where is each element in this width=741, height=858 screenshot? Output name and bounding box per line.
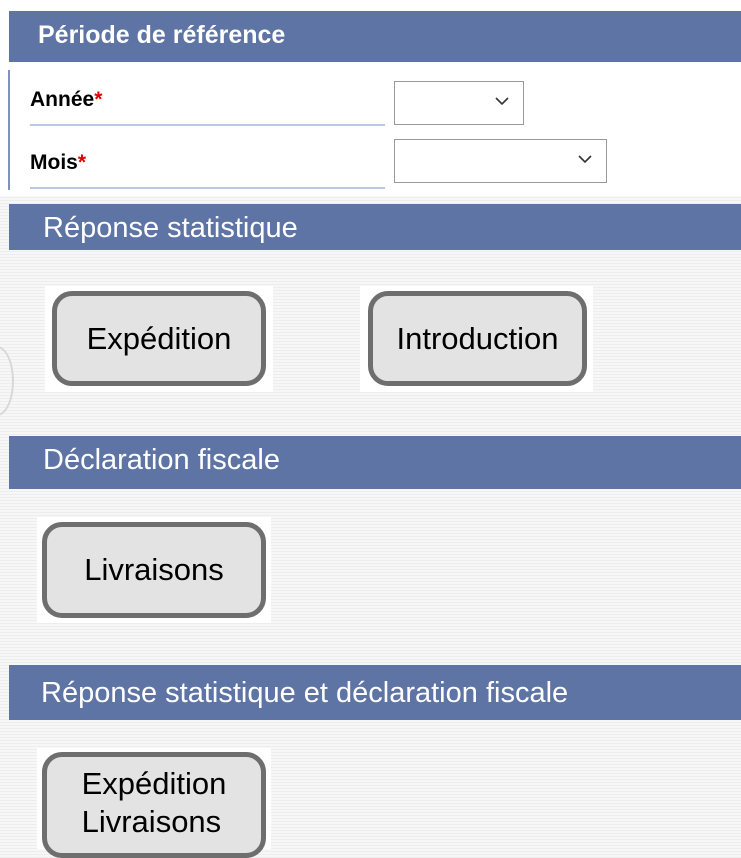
mois-label-text: Mois [30,151,78,174]
livraisons-button[interactable]: Livraisons [42,522,266,618]
combined-button-line1: Expédition [81,766,227,801]
combined-button-line2: Livraisons [81,804,222,839]
annee-select[interactable] [394,81,524,125]
mois-label: Mois* [30,143,385,189]
statistical-response-header: Réponse statistique [9,204,741,250]
required-marker: * [94,88,103,111]
chevron-down-icon [576,150,594,168]
required-marker: * [77,151,87,174]
tax-declaration-header: Déclaration fiscale [9,436,741,489]
introduction-button[interactable]: Introduction [368,291,587,386]
expedition-button[interactable]: Expédition [52,291,266,386]
decorative-outline [0,346,14,416]
combined-header: Réponse statistique et déclaration fisca… [9,665,741,720]
combined-button-label: Expédition Livraisons [82,765,227,841]
chevron-down-icon [493,92,511,110]
annee-label-text: Année [30,88,95,111]
expedition-livraisons-button[interactable]: Expédition Livraisons [42,752,266,858]
mois-select[interactable] [394,139,607,183]
annee-label: Année* [30,80,385,126]
form-left-border [8,70,10,190]
reference-period-header: Période de référence [9,11,741,62]
